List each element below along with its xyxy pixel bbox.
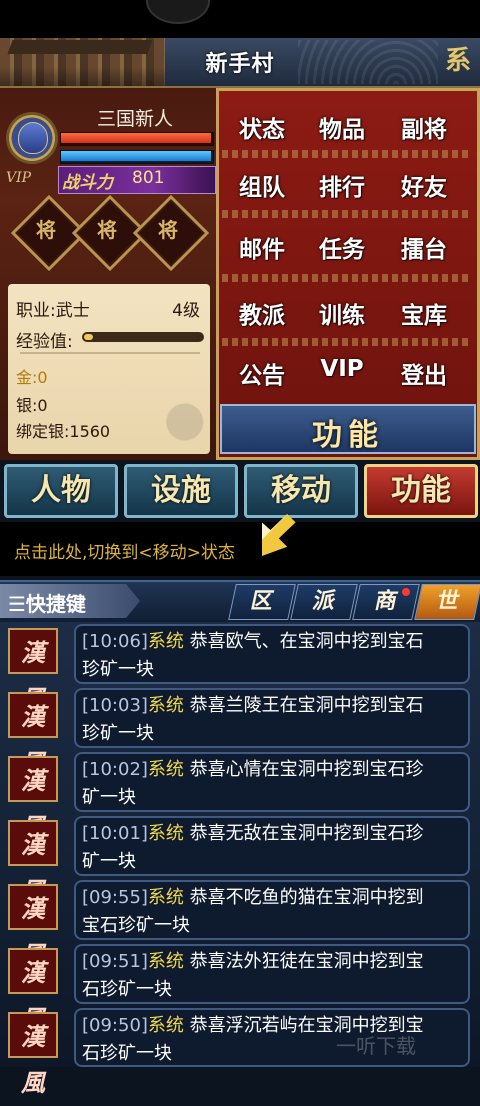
level-label: 4级 [172,301,200,321]
chat-message-text: [10:06]系统 恭喜欧气、在宝洞中挖到宝石 珍矿一块 [82,631,424,680]
menu-ranking[interactable]: 排行 [302,168,382,204]
menu-arena[interactable]: 擂台 [384,230,464,266]
menu-generals[interactable]: 副将 [384,110,464,146]
system-avatar-icon: 漢風 [8,692,58,777]
combat-power-label: 战斗力 [62,173,113,193]
tab-function[interactable]: 功能 [364,464,478,518]
cloud-decoration [150,380,208,450]
system-avatar-icon: 漢風 [8,948,58,1033]
status-bar [0,0,480,38]
menu-friends[interactable]: 好友 [384,168,464,204]
general-slot-1[interactable]: 将 [22,206,70,254]
general-slot-2[interactable]: 将 [83,206,131,254]
tab-facilities[interactable]: 设施 [124,464,238,518]
job-label: 职业:武士 [16,301,90,321]
helmet-avatar-icon [18,122,48,154]
menu-treasury[interactable]: 宝库 [384,296,464,332]
silver-value: 银:0 [16,396,48,415]
chat-message-text: [10:02]系统 恭喜心情在宝洞中挖到宝石珍 矿一块 [82,759,424,808]
hint-text: 点击此处,切换到<移动>状态 [14,543,235,563]
chat-message-text: [09:55]系统 恭喜不吃鱼的猫在宝洞中挖到 宝石珍矿一块 [82,887,424,936]
gold-value: 金:0 [16,368,48,387]
cloud-divider [222,338,472,346]
system-avatar-icon: 漢風 [8,1012,58,1097]
menu-announcement[interactable]: 公告 [222,356,302,392]
exp-bar-fill [84,334,94,340]
system-avatar-icon: 漢風 [8,628,58,713]
menu-team[interactable]: 组队 [222,168,302,204]
cloud-divider [222,274,472,282]
menu-sect[interactable]: 教派 [222,296,302,332]
function-banner-label: 功能 [312,418,384,453]
combat-power-value: 801 [132,168,165,188]
menu-quests[interactable]: 任务 [302,230,382,266]
hp-bar-fill [61,133,211,143]
chat-message-text: [10:03]系统 恭喜兰陵王在宝洞中挖到宝石 珍矿一块 [82,695,424,744]
menu-items[interactable]: 物品 [302,110,382,146]
location-title: 新手村 [205,52,275,77]
exp-label: 经验值: [16,332,73,352]
menu-logout[interactable]: 登出 [384,356,464,392]
menu-training[interactable]: 训练 [302,296,382,332]
chat-message-text: [09:51]系统 恭喜法外狂徒在宝洞中挖到宝 石珍矿一块 [82,951,424,1000]
wave-decoration [298,40,438,84]
menu-vip[interactable]: VIP [302,356,382,392]
tab-move[interactable]: 移动 [244,464,358,518]
roof-icon [7,40,153,54]
shortcut-label: ☰快捷键 [8,592,86,616]
channel-tab-sect[interactable]: 派 [290,584,358,620]
vip-badge: VIP [6,170,32,186]
channel-tab-zone[interactable]: 区 [228,584,296,620]
system-avatar-icon: 漢風 [8,756,58,841]
cloud-divider [222,150,472,158]
chat-message-text: [10:01]系统 恭喜无敌在宝洞中挖到宝石珍 矿一块 [82,823,424,872]
exp-bar [82,332,204,342]
cloud-divider [222,210,472,218]
system-menu-icon[interactable]: 系 [440,42,476,80]
channel-tab-trade[interactable]: 商 [352,584,420,620]
divider [20,352,200,354]
channel-tab-world[interactable]: 世 [414,584,480,620]
system-avatar-icon: 漢風 [8,884,58,969]
mp-bar-fill [61,151,211,161]
tab-character[interactable]: 人物 [4,464,118,518]
menu-mail[interactable]: 邮件 [222,230,302,266]
player-name: 三国新人 [96,108,173,130]
watermark: 一听下载 [336,1034,416,1058]
menu-status[interactable]: 状态 [222,110,302,146]
notification-dot [402,588,410,596]
system-avatar-icon: 漢風 [8,820,58,905]
general-slot-3[interactable]: 将 [144,206,192,254]
